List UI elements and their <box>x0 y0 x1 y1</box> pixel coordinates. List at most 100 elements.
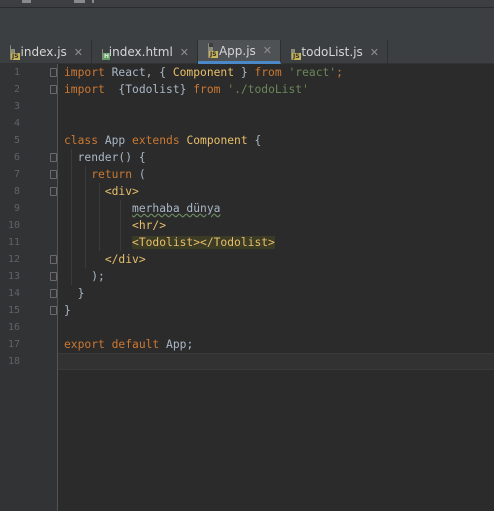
line-number: 16 <box>7 322 20 333</box>
code-line[interactable]: 6 render() { <box>0 149 494 166</box>
line-number: 8 <box>13 186 20 197</box>
line-number: 2 <box>13 84 20 95</box>
code-token: } <box>234 66 255 79</box>
code-line[interactable]: 2 import {Todolist} from './todoList' <box>0 81 494 98</box>
title-fragment <box>74 0 85 3</box>
code-line[interactable]: 7 return ( <box>0 166 494 183</box>
tab-index-html[interactable]: Hindex.html ✕ <box>92 40 198 64</box>
code-token: Component <box>172 66 235 79</box>
code-line[interactable]: 3 <box>0 98 494 115</box>
code-text: import React, { Component } from 'react'… <box>64 64 343 81</box>
tab-label: App.js <box>218 43 256 58</box>
editor-tab-bar: JS index.js ✕ Hindex.html ✕ JS App.js ✕ JS todoLi… <box>0 40 494 64</box>
code-text: return ( <box>64 166 146 183</box>
code-line[interactable]: 15} <box>0 302 494 319</box>
fold-marker-icon[interactable] <box>50 272 57 281</box>
line-number: 11 <box>7 237 20 248</box>
js-file-icon: JS <box>291 44 301 60</box>
close-icon[interactable]: ✕ <box>263 44 272 57</box>
code-line[interactable]: 5 class App extends Component { <box>0 132 494 149</box>
code-token: ( <box>132 168 146 181</box>
code-text: </div> <box>64 251 146 268</box>
code-line[interactable]: 16 <box>0 319 494 336</box>
code-token: } <box>64 304 71 317</box>
code-text: render() { <box>64 149 146 166</box>
code-text: <hr/> <box>64 217 166 234</box>
code-line[interactable]: 13 ); <box>0 268 494 285</box>
fold-marker-icon[interactable] <box>50 153 57 162</box>
tab-label: todoList.js <box>301 45 363 59</box>
code-token: <hr/> <box>132 219 167 232</box>
js-file-icon: JS <box>10 44 20 60</box>
code-token: Component <box>186 134 248 147</box>
code-token: './todoList' <box>227 83 309 96</box>
code-line[interactable]: 12 </div> <box>0 251 494 268</box>
code-text: <div> <box>64 183 139 200</box>
tab-index-js[interactable]: JS index.js ✕ <box>0 40 92 64</box>
code-line[interactable]: 11 <Todolist></Todolist> <box>0 234 494 251</box>
code-editor[interactable]: 1 import React, { Component } from 'react… <box>0 64 494 511</box>
code-token: default <box>111 338 160 351</box>
code-token: App <box>98 134 133 147</box>
close-icon[interactable]: ✕ <box>180 46 189 59</box>
code-line[interactable]: 17 export default App; <box>0 336 494 353</box>
title-fragment <box>22 0 31 3</box>
code-line[interactable]: 18 <box>0 353 494 370</box>
code-line[interactable]: 14 } <box>0 285 494 302</box>
code-text: } <box>64 285 85 302</box>
line-number: 5 <box>13 135 20 146</box>
tab-todolist-js[interactable]: JS todoList.js ✕ <box>281 40 388 64</box>
code-token: import <box>64 66 105 79</box>
tab-label: index.js <box>20 45 67 59</box>
html-file-icon: H <box>98 44 111 60</box>
code-text: merhaba dünya <box>64 200 220 217</box>
line-number: 6 <box>13 152 20 163</box>
code-token: App; <box>159 338 194 351</box>
code-token: ); <box>64 270 105 283</box>
code-token: ; <box>336 66 343 79</box>
code-line[interactable]: 8 <div> <box>0 183 494 200</box>
code-token: from <box>193 83 221 96</box>
code-token: { <box>247 134 262 147</box>
line-number: 15 <box>7 305 20 316</box>
code-token: <div> <box>104 185 139 198</box>
code-text: export default App; <box>64 336 193 353</box>
code-line[interactable]: 1 import React, { Component } from 'react… <box>0 64 494 81</box>
fold-marker-icon[interactable] <box>50 85 57 94</box>
tab-app-js[interactable]: JS App.js ✕ <box>198 40 281 64</box>
close-icon[interactable]: ✕ <box>370 46 379 59</box>
code-token: merhaba dünya <box>132 202 221 215</box>
file-type-badge: JS <box>11 52 20 60</box>
fold-marker-icon[interactable] <box>50 255 57 264</box>
code-line[interactable]: 9 merhaba dünya <box>0 200 494 217</box>
close-icon[interactable]: ✕ <box>74 46 83 59</box>
fold-marker-icon[interactable] <box>50 289 57 298</box>
fold-marker-icon[interactable] <box>50 170 57 179</box>
code-token: React, { <box>104 66 173 79</box>
js-file-icon: JS <box>208 43 218 58</box>
code-text: import {Todolist} from './todoList' <box>64 81 309 98</box>
line-number: 10 <box>7 220 20 231</box>
fold-marker-icon[interactable] <box>50 306 57 315</box>
code-token: export <box>64 338 105 351</box>
code-line[interactable]: 4 <box>0 115 494 132</box>
fold-marker-icon[interactable] <box>50 68 57 77</box>
title-fragment <box>92 0 94 3</box>
code-line[interactable]: 10 <hr/> <box>0 217 494 234</box>
line-number: 7 <box>13 169 20 180</box>
fold-marker-icon[interactable] <box>50 187 57 196</box>
toolbar-area <box>0 8 494 40</box>
code-text: class App extends Component { <box>64 132 261 149</box>
code-token: } <box>64 287 85 300</box>
line-number: 9 <box>13 203 20 214</box>
line-number: 17 <box>7 339 20 350</box>
code-token: extends <box>132 134 180 147</box>
code-text: ); <box>64 268 105 285</box>
code-token: class <box>64 134 99 147</box>
line-number: 1 <box>13 67 20 78</box>
code-token: from <box>254 66 282 79</box>
